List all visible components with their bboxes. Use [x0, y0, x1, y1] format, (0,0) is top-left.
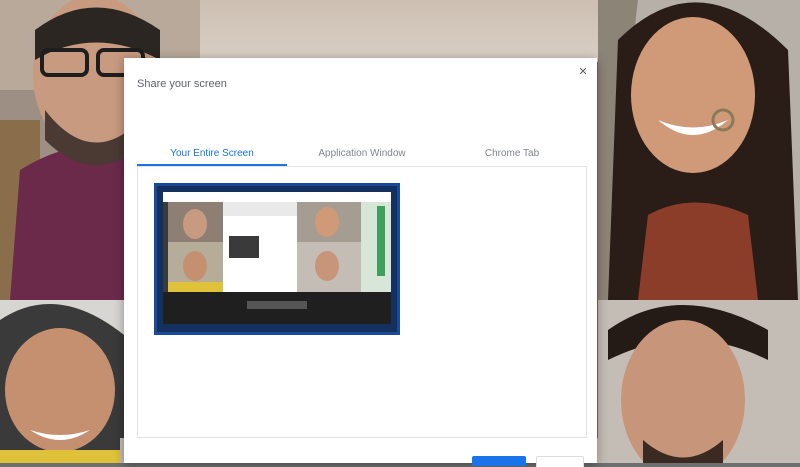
cancel-button[interactable] — [536, 456, 584, 467]
participant-video-top-right — [598, 0, 800, 300]
source-panel — [137, 167, 587, 438]
participant-video-bottom-right — [598, 300, 800, 463]
dialog-title: Share your screen — [137, 78, 227, 90]
participant-video-bottom-left — [0, 300, 130, 463]
tab-chrome-tab[interactable]: Chrome Tab — [437, 144, 587, 166]
tab-application-window[interactable]: Application Window — [287, 144, 437, 166]
screen-preview-thumbnail[interactable] — [154, 183, 400, 335]
tab-entire-screen[interactable]: Your Entire Screen — [137, 144, 287, 166]
source-tabs: Your Entire Screen Application Window Ch… — [137, 144, 587, 167]
share-button[interactable] — [472, 456, 526, 466]
share-screen-dialog: Share your screen ✕ Your Entire Screen A… — [124, 58, 597, 467]
close-icon[interactable]: ✕ — [577, 66, 589, 78]
